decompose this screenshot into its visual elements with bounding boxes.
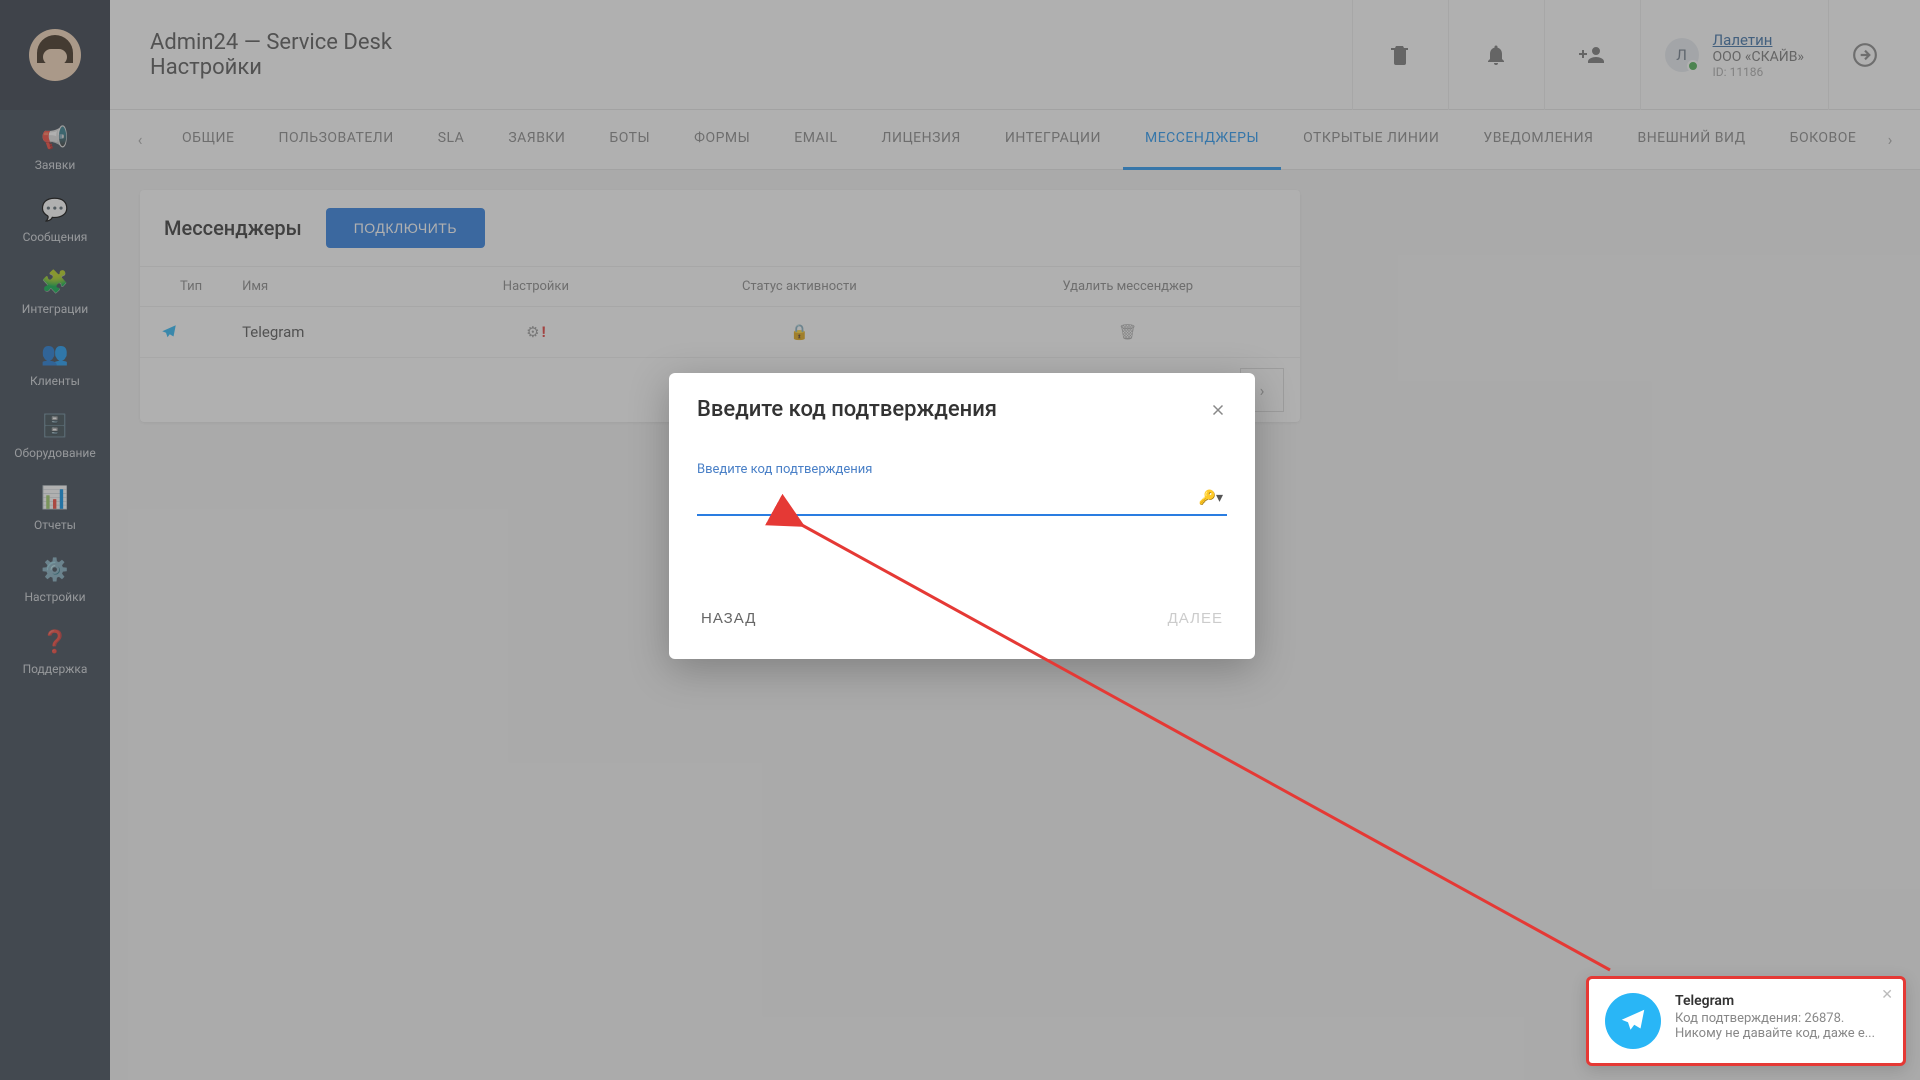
modal-close-button[interactable] — [1209, 401, 1227, 419]
confirmation-code-modal: Введите код подтверждения Введите код по… — [669, 373, 1255, 659]
code-input[interactable] — [697, 481, 1227, 516]
back-button[interactable]: НАЗАД — [697, 602, 760, 635]
telegram-toast[interactable]: Telegram Код подтверждения: 26878. Ником… — [1586, 976, 1906, 1066]
next-button[interactable]: ДАЛЕЕ — [1164, 602, 1227, 635]
toast-title: Telegram — [1675, 993, 1887, 1009]
telegram-toast-icon — [1605, 993, 1661, 1049]
close-icon — [1209, 401, 1227, 419]
toast-line2: Никому не давайте код, даже е... — [1675, 1026, 1887, 1041]
toast-line1: Код подтверждения: 26878. — [1675, 1011, 1887, 1026]
key-icon[interactable]: 🔑▾ — [1199, 490, 1223, 506]
toast-close[interactable]: ✕ — [1881, 987, 1893, 1003]
code-input-label: Введите код подтверждения — [697, 462, 1227, 477]
modal-title: Введите код подтверждения — [697, 397, 997, 422]
